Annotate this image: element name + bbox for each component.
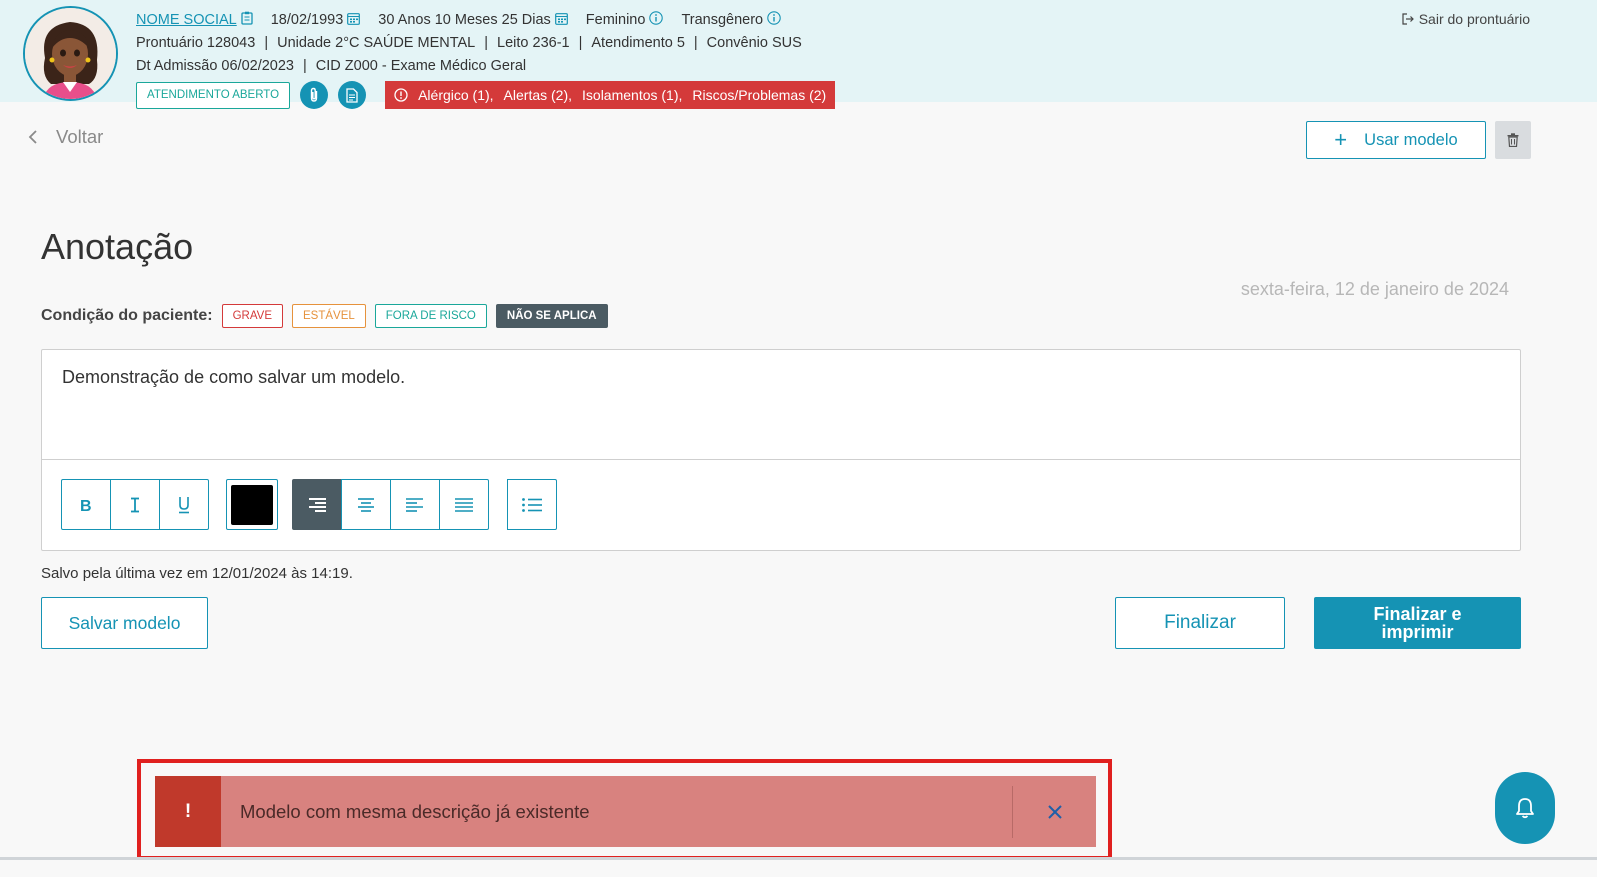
- status-row: ATENDIMENTO ABERTO Alérgico (1), Alertas…: [136, 81, 836, 109]
- text-color-swatch: [231, 484, 273, 525]
- align-left-icon: [406, 497, 423, 512]
- align-left-button[interactable]: [390, 479, 440, 530]
- document-button[interactable]: [338, 81, 367, 109]
- text-style-group: B: [61, 479, 209, 530]
- birth-date: 18/02/1993: [270, 12, 344, 28]
- patient-age: 30 Anos 10 Meses 25 Dias: [378, 12, 551, 28]
- notifications-button[interactable]: [1495, 772, 1555, 844]
- separator: |: [578, 35, 583, 51]
- patient-avatar: [23, 6, 118, 101]
- bold-icon: B: [80, 498, 92, 513]
- finish-and-print-button[interactable]: Finalizar e imprimir: [1314, 597, 1521, 649]
- info-icon[interactable]: [767, 11, 781, 29]
- bold-button[interactable]: B: [61, 479, 111, 530]
- condition-grave-chip[interactable]: GRAVE: [221, 304, 283, 328]
- unit: Unidade 2°C SAÚDE MENTAL: [277, 35, 476, 51]
- use-model-label: Usar modelo: [1364, 130, 1458, 149]
- underline-icon: [179, 496, 189, 513]
- attendance-number: Atendimento 5: [591, 35, 685, 51]
- condition-label: Condição do paciente:: [41, 307, 213, 324]
- error-toast: ! Modelo com mesma descrição já existent…: [155, 776, 1096, 847]
- bullet-list-icon: [522, 497, 542, 512]
- attachment-button[interactable]: [300, 81, 329, 109]
- back-label: Voltar: [56, 126, 104, 147]
- cid-code: CID Z000 - Exame Médico Geral: [315, 58, 527, 74]
- paperclip-icon: [310, 87, 318, 102]
- toast-message: Modelo com mesma descrição já existente: [240, 800, 590, 822]
- logout-label: Sair do prontuário: [1418, 11, 1530, 27]
- admission-date: Dt Admissão 06/02/2023: [136, 58, 294, 74]
- alert-alerts[interactable]: Alertas (2),: [504, 87, 572, 103]
- logout-icon: [1402, 13, 1414, 25]
- separator: |: [693, 35, 698, 51]
- text-color-button[interactable]: [226, 479, 278, 530]
- separator: |: [484, 35, 489, 51]
- save-model-button[interactable]: Salvar modelo: [41, 597, 208, 649]
- back-button[interactable]: Voltar: [28, 126, 103, 148]
- last-saved-text: Salvo pela última vez em 12/01/2024 às 1…: [41, 565, 353, 582]
- underline-button[interactable]: [159, 479, 209, 530]
- bullet-list-button[interactable]: [507, 479, 557, 530]
- toast-close-button[interactable]: [1013, 776, 1096, 847]
- condition-stable-chip[interactable]: ESTÁVEL: [292, 304, 366, 328]
- close-icon: [1047, 804, 1062, 819]
- patient-header: NOME SOCIAL 18/02/1993 30 Anos 10 Meses …: [0, 0, 1597, 109]
- alert-allergic[interactable]: Alérgico (1),: [418, 87, 493, 103]
- separator: |: [264, 35, 269, 51]
- calendar-icon: [554, 12, 568, 29]
- condition-not-applicable-chip[interactable]: NÃO SE APLICA: [495, 304, 608, 328]
- rich-text-editor: Demonstração de como salvar um modelo. B: [41, 349, 1521, 551]
- align-center-icon: [358, 497, 374, 512]
- patient-sex: Feminino: [585, 12, 646, 28]
- record-number: Prontuário 128043: [136, 35, 256, 51]
- document-icon: [346, 87, 358, 103]
- social-name-link[interactable]: NOME SOCIAL: [136, 12, 237, 28]
- patient-admission-line: Prontuário 128043 | Unidade 2°C SAÚDE ME…: [136, 33, 802, 53]
- align-center-button[interactable]: [341, 479, 391, 530]
- trash-icon: [1507, 133, 1519, 147]
- clipboard-icon[interactable]: [241, 11, 253, 29]
- delete-button[interactable]: [1495, 121, 1531, 159]
- editor-content[interactable]: Demonstração de como salvar um modelo.: [62, 367, 405, 388]
- page-title: Anotação: [41, 226, 194, 267]
- insurance: Convênio SUS: [706, 35, 802, 51]
- alert-risks[interactable]: Riscos/Problemas (2): [692, 87, 826, 103]
- align-justify-icon: [455, 497, 473, 512]
- italic-icon: [131, 497, 139, 512]
- clinical-alerts-bar[interactable]: Alérgico (1), Alertas (2), Isolamentos (…: [385, 81, 836, 109]
- use-model-button[interactable]: + Usar modelo: [1306, 121, 1486, 159]
- list-group: [507, 479, 557, 530]
- separator: |: [303, 58, 307, 74]
- patient-identity-line: NOME SOCIAL 18/02/1993 30 Anos 10 Meses …: [136, 10, 799, 30]
- patient-gender: Transgênero: [681, 12, 764, 28]
- alert-isolations[interactable]: Isolamentos (1),: [582, 87, 682, 103]
- editor-divider: [42, 459, 1520, 460]
- svg-text:B: B: [80, 498, 92, 513]
- chevron-left-icon: [28, 130, 37, 144]
- italic-button[interactable]: [110, 479, 160, 530]
- text-color-group: [226, 479, 278, 530]
- alert-circle-icon: [394, 88, 408, 102]
- align-right-icon: [309, 497, 326, 512]
- bell-icon: [1516, 798, 1534, 819]
- exclamation-icon: !: [155, 776, 221, 847]
- align-right-button[interactable]: [292, 479, 342, 530]
- patient-condition-selector: Condição do paciente: GRAVE ESTÁVEL FORA…: [41, 304, 617, 328]
- info-icon[interactable]: [649, 11, 664, 29]
- alignment-group: [292, 479, 489, 530]
- calendar-icon: [347, 12, 361, 29]
- patient-diagnosis-line: Dt Admissão 06/02/2023 | CID Z000 - Exam…: [136, 56, 526, 76]
- attendance-status-badge: ATENDIMENTO ABERTO: [136, 81, 291, 109]
- bed: Leito 236-1: [497, 35, 570, 51]
- note-date: sexta-feira, 12 de janeiro de 2024: [1240, 279, 1509, 299]
- plus-icon: +: [1334, 127, 1348, 152]
- footer-divider: [0, 857, 1597, 860]
- align-justify-button[interactable]: [439, 479, 489, 530]
- condition-out-of-risk-chip[interactable]: FORA DE RISCO: [374, 304, 487, 328]
- finish-button[interactable]: Finalizar: [1115, 597, 1285, 649]
- logout-link[interactable]: Sair do prontuário: [1402, 11, 1530, 27]
